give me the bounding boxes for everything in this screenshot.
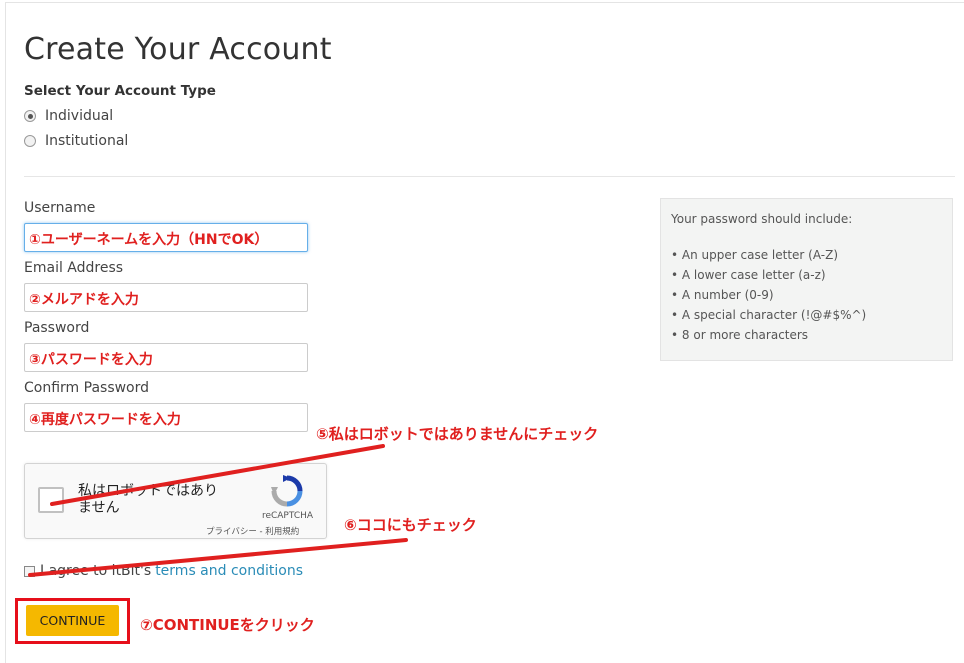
password-requirements-box: Your password should include: An upper c… (660, 198, 953, 361)
email-label: Email Address (24, 260, 124, 276)
terms-row: I agree to itBit's terms and conditions (24, 563, 303, 579)
password-requirement: An upper case letter (A-Z) (671, 245, 866, 265)
password-requirement: 8 or more characters (671, 325, 866, 345)
continue-button[interactable]: CONTINUE (26, 605, 119, 636)
confirm-password-input[interactable]: ④再度パスワードを入力 (24, 403, 308, 432)
username-label: Username (24, 200, 96, 216)
email-input[interactable]: ②メルアドを入力 (24, 283, 308, 312)
page-title: Create Your Account (24, 32, 332, 67)
recaptcha-logo-icon (271, 475, 303, 507)
recaptcha-checkbox[interactable] (38, 487, 64, 513)
password-requirements-list: An upper case letter (A-Z) A lower case … (671, 245, 866, 345)
annotation-continue: ⑦CONTINUEをクリック (140, 616, 315, 634)
password-requirements-title: Your password should include: (671, 212, 853, 226)
email-value: ②メルアドを入力 (29, 292, 139, 308)
radio-institutional-label: Institutional (45, 133, 129, 149)
annotation-robot: ⑤私はロボットではありませんにチェック (316, 425, 599, 443)
password-requirement: A number (0-9) (671, 285, 866, 305)
radio-dot-icon[interactable] (24, 110, 36, 122)
confirm-password-label: Confirm Password (24, 380, 150, 396)
username-value: ①ユーザーネームを入力（HNでOK） (29, 232, 269, 248)
password-label: Password (24, 320, 90, 336)
radio-individual-label: Individual (45, 108, 114, 124)
password-value: ③パスワードを入力 (29, 352, 153, 368)
radio-individual[interactable]: Individual (24, 108, 113, 124)
password-requirement: A lower case letter (a-z) (671, 265, 866, 285)
terms-link[interactable]: terms and conditions (155, 563, 303, 579)
password-requirement: A special character (!@#$%^) (671, 305, 866, 325)
username-input[interactable]: ①ユーザーネームを入力（HNでOK） (24, 223, 308, 252)
password-input[interactable]: ③パスワードを入力 (24, 343, 308, 372)
confirm-password-value: ④再度パスワードを入力 (29, 412, 181, 428)
recaptcha-label: 私はロボットではありません (78, 483, 218, 516)
radio-institutional[interactable]: Institutional (24, 133, 128, 149)
section-divider (24, 176, 955, 177)
radio-dot-icon[interactable] (24, 135, 36, 147)
annotation-terms: ⑥ココにもチェック (344, 516, 477, 534)
account-type-label: Select Your Account Type (24, 83, 216, 99)
terms-checkbox[interactable] (24, 565, 35, 577)
recaptcha-widget: 私はロボットではありません reCAPTCHA プライバシー - 利用規約 (24, 463, 327, 539)
recaptcha-brand: reCAPTCHA (261, 511, 314, 521)
terms-text: I agree to itBit's (40, 563, 152, 579)
recaptcha-links[interactable]: プライバシー - 利用規約 (206, 525, 299, 537)
